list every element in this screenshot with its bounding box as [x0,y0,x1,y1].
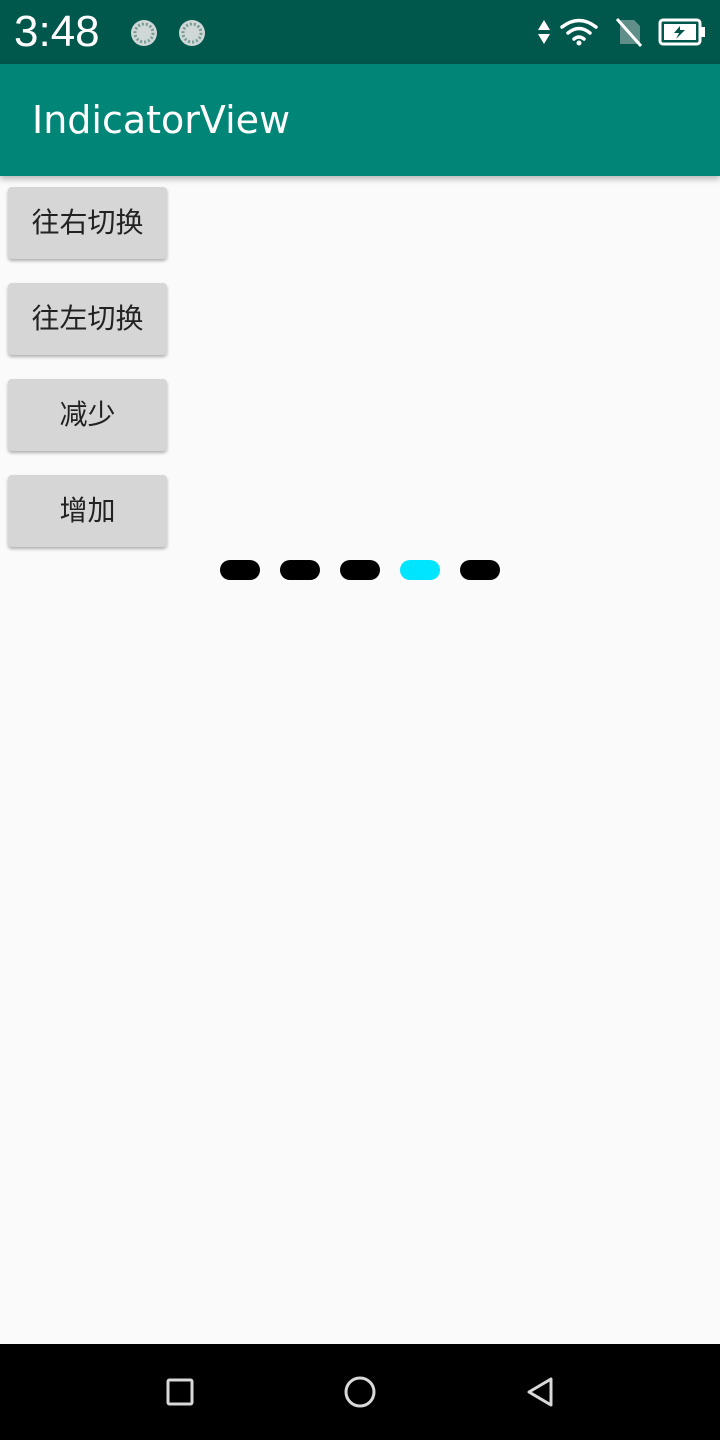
navigation-bar [0,1344,720,1440]
data-arrows-icon [538,20,550,44]
notification-icon [131,20,157,46]
home-circle-icon[interactable] [340,1372,380,1412]
switch-left-button[interactable]: 往左切换 [8,283,167,355]
indicator-dot [340,560,380,580]
indicator-dot [460,560,500,580]
notification-icon [179,20,205,46]
back-triangle-icon[interactable] [520,1372,560,1412]
status-bar: 3:48 [0,0,720,64]
decrease-button[interactable]: 减少 [8,379,167,451]
wifi-icon [560,18,598,46]
page-indicator [0,560,720,580]
no-sim-icon [615,18,643,47]
app-bar: IndicatorView [0,64,720,176]
status-time: 3:48 [14,7,100,56]
indicator-dot-active [400,560,440,580]
app-title: IndicatorView [32,98,291,142]
recents-square-icon[interactable] [160,1372,200,1412]
switch-right-button[interactable]: 往右切换 [8,187,167,259]
indicator-dot [220,560,260,580]
increase-button[interactable]: 增加 [8,475,167,547]
main-content: 往右切换 往左切换 减少 增加 [0,176,720,1344]
indicator-dot [280,560,320,580]
battery-icon [658,18,705,46]
